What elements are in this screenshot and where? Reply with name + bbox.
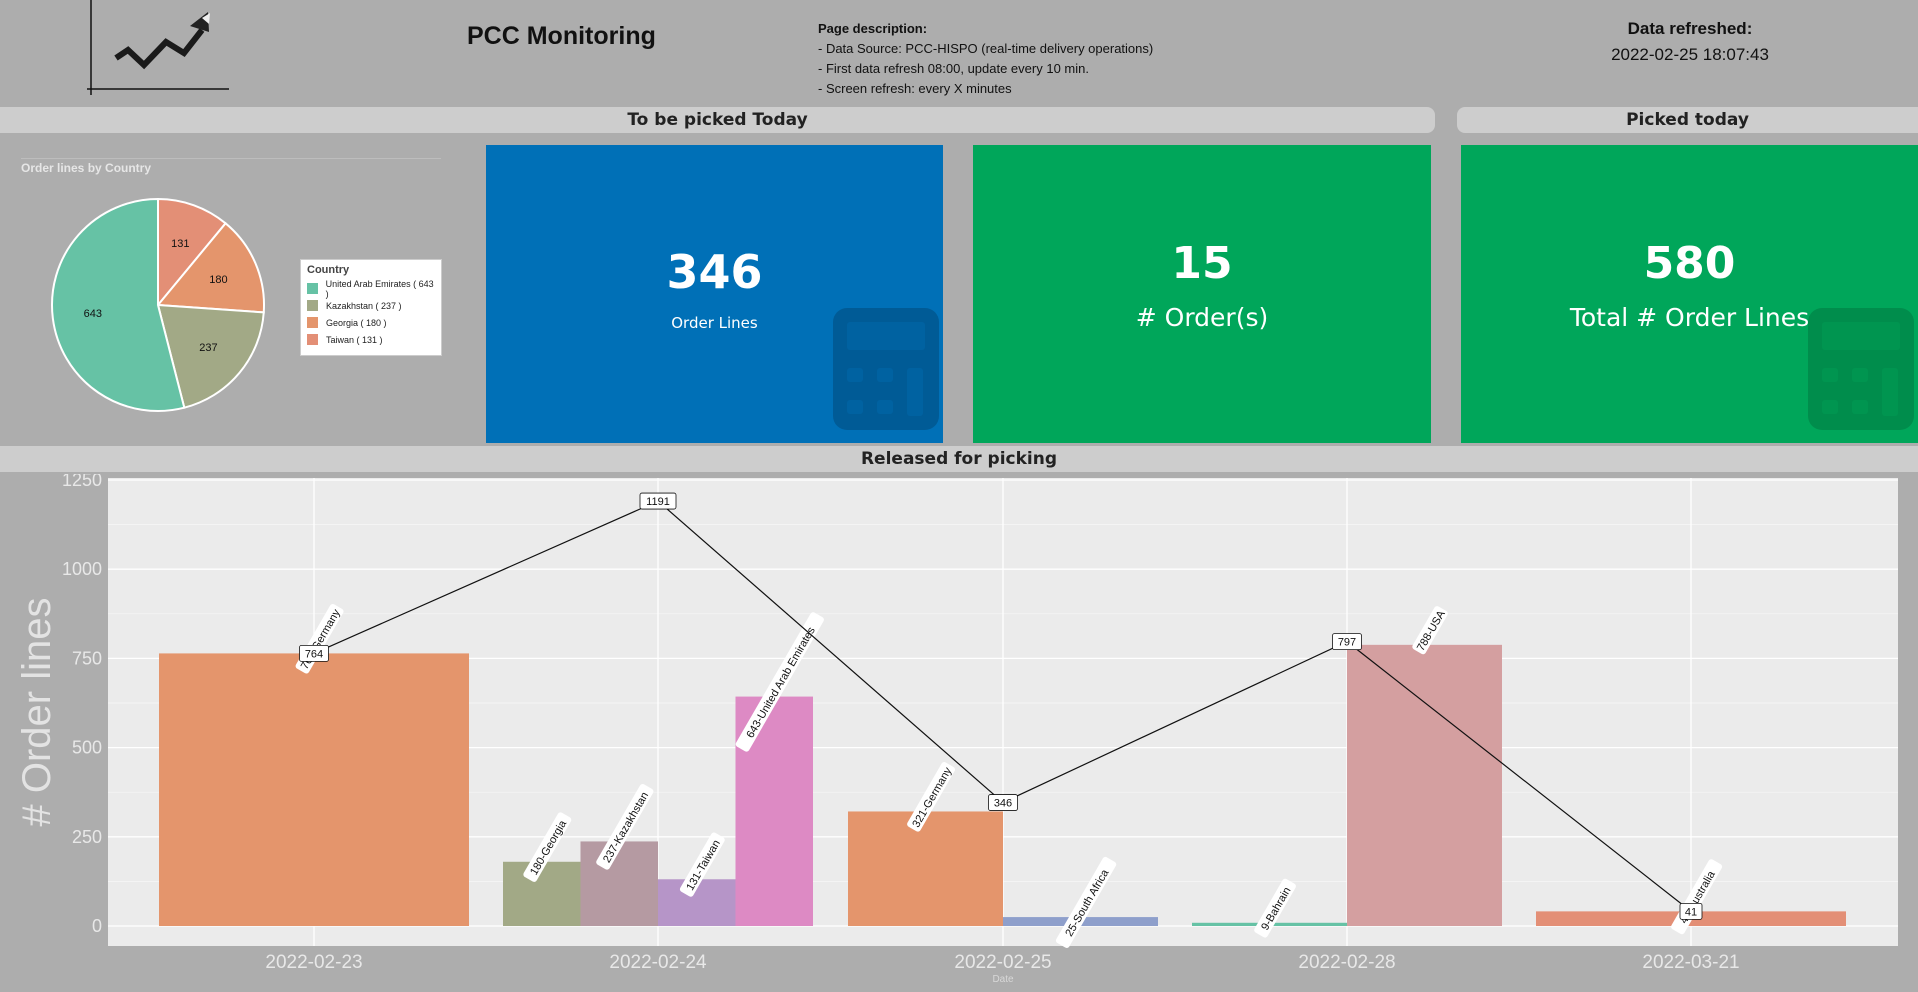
legend-label: Taiwan ( 131 ): [326, 334, 383, 345]
x-tick-label: 2022-02-28: [1298, 952, 1395, 973]
kpi-label: Order Lines: [671, 314, 758, 332]
bar: [1347, 644, 1502, 926]
total-label: 41: [1685, 906, 1697, 918]
kpi-orders: 15 # Order(s): [973, 145, 1431, 443]
refresh-label: Data refreshed:: [1627, 19, 1753, 38]
section-today: To be picked Today: [0, 107, 1435, 133]
total-label: 764: [305, 648, 323, 660]
page-title: PCC Monitoring: [467, 22, 656, 50]
divider: [21, 158, 441, 159]
legend-swatch: [307, 283, 318, 294]
description-line: - Data Source: PCC-HISPO (real-time deli…: [818, 41, 1154, 56]
legend-label: Georgia ( 180 ): [326, 317, 387, 328]
total-label: 797: [1338, 637, 1356, 649]
pie-chart-title: Order lines by Country: [21, 161, 152, 175]
bar: [159, 653, 469, 926]
kpi-value: 346: [666, 245, 763, 299]
description-line: - Screen refresh: every X minutes: [818, 81, 1012, 96]
description-title: Page description:: [818, 21, 928, 36]
y-tick-label: 500: [72, 738, 102, 758]
bar: [580, 841, 658, 926]
legend-item: Kazakhstan ( 237 ): [307, 297, 435, 314]
pie-chart: 131 180 237 643: [51, 198, 265, 412]
x-tick-label: 2022-02-23: [265, 952, 362, 973]
kpi-label: # Order(s): [1135, 303, 1269, 332]
page-description: Page description: - Data Source: PCC-HIS…: [818, 19, 1153, 99]
refresh-info: Data refreshed: 2022-02-25 18:07:43: [1490, 19, 1890, 65]
kpi-label: Total # Order Lines: [1569, 303, 1810, 332]
y-tick-label: 0: [92, 916, 102, 936]
legend-swatch: [307, 300, 318, 311]
x-tick-label: 2022-02-25: [954, 952, 1051, 973]
legend-title: Country: [307, 264, 350, 276]
total-label: 1191: [646, 496, 670, 508]
pie-slice-label: 643: [84, 308, 102, 320]
description-line: - First data refresh 08:00, update every…: [818, 61, 1089, 76]
legend-item: United Arab Emirates ( 643 ): [307, 278, 435, 299]
bar: [848, 811, 1003, 926]
kpi-value: 580: [1643, 238, 1736, 289]
legend-swatch: [307, 334, 318, 345]
kpi-total-order-lines: 580 Total # Order Lines: [1461, 145, 1918, 443]
total-label: 346: [994, 798, 1012, 810]
x-tick-label: 2022-03-21: [1642, 952, 1739, 973]
legend-item: Georgia ( 180 ): [307, 314, 435, 331]
pie-slice-label: 180: [209, 274, 227, 286]
y-axis-title: # Order lines: [15, 598, 59, 827]
y-tick-label: 1000: [62, 559, 102, 579]
y-tick-label: 250: [72, 827, 102, 847]
legend-label: United Arab Emirates ( 643 ): [325, 278, 434, 299]
pie-slice-label: 237: [199, 342, 217, 354]
pie-legend: Country United Arab Emirates ( 643 ) Kaza…: [300, 259, 442, 356]
released-for-picking-chart: 0 250 500 750 1000 1250 2022-02-23 2022-02-24 20…: [15, 474, 1898, 985]
trend-chart-icon: [87, 0, 229, 95]
legend-items: United Arab Emirates ( 643 ) Kazakhstan (…: [307, 278, 435, 348]
kpi-order-lines: 346 Order Lines: [486, 145, 943, 443]
y-tick-label: 750: [72, 648, 102, 668]
legend-swatch: [307, 317, 318, 328]
x-axis-title: Date: [992, 974, 1014, 985]
pie-slice-label: 131: [171, 238, 189, 250]
kpi-value: 15: [1171, 238, 1233, 289]
section-released: Released for picking: [0, 446, 1918, 472]
y-tick-label: 1250: [62, 474, 102, 490]
refresh-timestamp: 2022-02-25 18:07:43: [1611, 45, 1769, 64]
section-picked: Picked today: [1457, 107, 1918, 133]
legend-label: Kazakhstan ( 237 ): [326, 300, 402, 311]
x-tick-label: 2022-02-24: [609, 952, 707, 973]
legend-item: Taiwan ( 131 ): [307, 331, 435, 348]
